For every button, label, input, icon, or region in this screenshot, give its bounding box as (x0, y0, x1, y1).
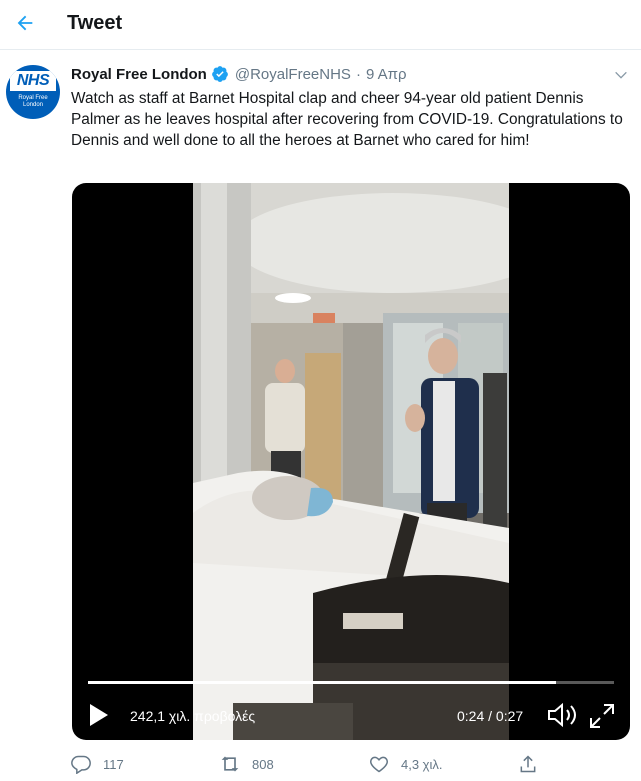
author-name[interactable]: Royal Free London (71, 66, 207, 83)
fullscreen-icon (590, 704, 614, 728)
video-view-count: 242,1 χιλ. προβολές (130, 708, 256, 724)
share-button[interactable] (518, 750, 550, 778)
avatar[interactable]: NHS Royal Free London (6, 65, 60, 119)
page-header: Tweet (0, 0, 641, 50)
avatar-line-2: London (22, 102, 44, 108)
reply-count: 117 (103, 756, 124, 772)
tweet-date[interactable]: 9 Απρ (366, 66, 407, 83)
chevron-down-icon (615, 71, 627, 79)
share-icon (520, 755, 536, 773)
back-button[interactable] (8, 6, 42, 40)
reply-icon (71, 755, 91, 774)
avatar-line-1: Royal Free (18, 95, 48, 101)
retweet-icon (221, 756, 239, 772)
video-progress-fill (88, 681, 556, 684)
retweet-count: 808 (252, 756, 274, 772)
tweet-actions: 117 808 4,3 χιλ. (0, 750, 641, 778)
nhs-logo: NHS (10, 71, 56, 91)
video-progress-bar[interactable] (88, 681, 614, 684)
reply-button[interactable]: 117 (71, 750, 124, 778)
verified-badge-icon (211, 65, 229, 83)
meta-separator: · (355, 65, 361, 83)
play-icon (90, 704, 108, 726)
author-handle[interactable]: @RoyalFreeNHS (235, 66, 351, 83)
volume-icon (548, 702, 576, 728)
like-button[interactable]: 4,3 χιλ. (369, 750, 443, 778)
arrow-left-icon (17, 15, 33, 31)
heart-icon (370, 756, 388, 773)
video-frame (193, 183, 509, 740)
video-player[interactable]: 242,1 χιλ. προβολές 0:24 / 0:27 (72, 183, 630, 740)
play-button[interactable] (86, 701, 112, 729)
more-options-button[interactable] (612, 66, 630, 84)
page-title: Tweet (67, 12, 123, 34)
video-time: 0:24 / 0:27 (457, 708, 524, 724)
fullscreen-button[interactable] (588, 702, 616, 730)
tweet-text: Watch as staff at Barnet Hospital clap a… (71, 90, 623, 149)
retweet-button[interactable]: 808 (220, 750, 274, 778)
volume-button[interactable] (546, 701, 578, 729)
video-scene (193, 183, 509, 740)
tweet-meta: Royal Free London @RoyalFreeNHS · 9 Απρ (71, 64, 407, 84)
like-count: 4,3 χιλ. (401, 756, 443, 772)
